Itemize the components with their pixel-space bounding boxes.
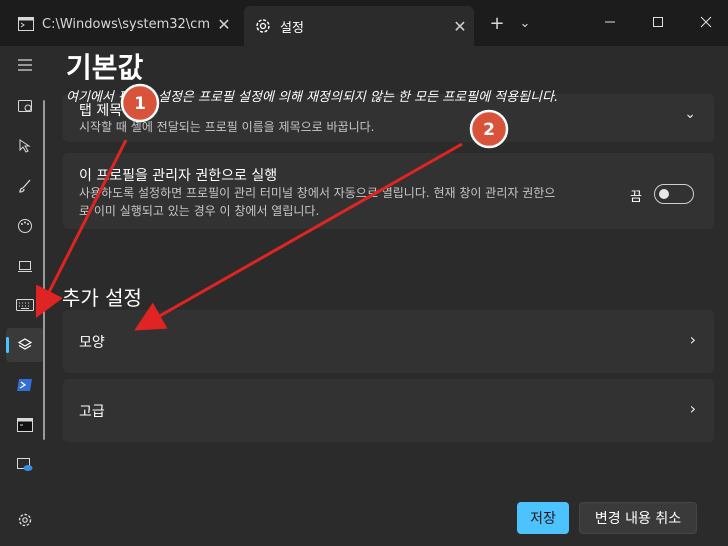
palette-icon[interactable]	[6, 209, 44, 243]
row-label: 고급	[79, 404, 105, 420]
setting-subtitle-line1: 사용하도록 설정하면 프로필이 관리 터미널 창에서 자동으로 열립니다. 현재…	[79, 186, 556, 200]
close-icon[interactable]: ✕	[446, 17, 474, 36]
tab-settings[interactable]: 설정 ✕	[244, 6, 474, 46]
selection-indicator	[6, 337, 9, 353]
advanced-row[interactable]: 고급 ›	[63, 379, 714, 442]
title-bar: C:\Windows\system32\cmd ✕ 설정 ✕ + ⌄	[0, 0, 728, 46]
chevron-down-icon[interactable]: ⌄	[684, 106, 696, 122]
sidebar	[0, 46, 50, 546]
setting-subtitle-line2: 로 이미 실행되고 있는 경우 이 창에서 열립니다.	[79, 204, 320, 218]
run-as-admin-card: 이 프로필을 관리자 권한으로 실행 사용하도록 설정하면 프로필이 관리 터미…	[63, 153, 714, 229]
minimize-icon[interactable]	[588, 6, 632, 38]
interaction-icon[interactable]	[6, 129, 44, 163]
discard-changes-button[interactable]: 변경 내용 취소	[579, 502, 697, 534]
tab-cmd[interactable]: C:\Windows\system32\cmd ✕	[8, 8, 238, 40]
close-icon[interactable]: ✕	[210, 15, 238, 34]
tab-title: C:\Windows\system32\cmd	[42, 16, 210, 32]
close-window-icon[interactable]	[684, 6, 728, 38]
toggle-knob	[659, 189, 669, 199]
setting-title: 이 프로필을 관리자 권한으로 실행	[79, 168, 278, 184]
tab-title: 설정	[280, 20, 304, 36]
gear-icon[interactable]	[6, 503, 44, 537]
terminal-icon	[18, 17, 34, 31]
page-description: 여기에서 편집된 설정은 프로필 설정에 의해 재정의되지 않는 한 모든 프로…	[66, 90, 559, 105]
setting-subtitle: 시작할 때 셸에 전달되는 프로필 이름을 제목으로 바꿉니다.	[79, 120, 375, 134]
cmd-profile-icon[interactable]	[6, 408, 44, 442]
gear-icon	[254, 17, 272, 35]
maximize-icon[interactable]	[636, 6, 680, 38]
layers-icon	[17, 338, 33, 350]
settings-content: 기본값 탭 제목 시작할 때 셸에 전달되는 프로필 이름을 제목으로 바꿉니다…	[0, 46, 728, 546]
chevron-right-icon: ›	[689, 399, 696, 418]
sidebar-item-defaults[interactable]	[6, 328, 44, 362]
startup-icon[interactable]	[6, 89, 44, 123]
brush-icon[interactable]	[6, 169, 44, 203]
chevron-down-icon[interactable]: ⌄	[512, 8, 538, 38]
row-label: 모양	[79, 335, 105, 351]
laptop-icon[interactable]	[6, 249, 44, 283]
powershell-icon[interactable]	[6, 368, 44, 402]
keyboard-icon[interactable]	[6, 288, 44, 322]
save-button[interactable]: 저장	[517, 502, 569, 534]
new-tab-plus-icon[interactable]: +	[484, 8, 510, 38]
chevron-right-icon: ›	[689, 330, 696, 349]
menu-icon[interactable]	[6, 48, 44, 82]
run-as-admin-toggle[interactable]	[654, 184, 694, 204]
page-title: 기본값	[66, 51, 144, 84]
azure-cloud-shell-icon[interactable]	[6, 448, 44, 482]
toggle-state-label: 끔	[630, 190, 642, 205]
section-heading: 추가 설정	[62, 286, 142, 310]
sidebar-scrollbar[interactable]	[43, 100, 45, 440]
appearance-row[interactable]: 모양 ›	[63, 310, 714, 373]
